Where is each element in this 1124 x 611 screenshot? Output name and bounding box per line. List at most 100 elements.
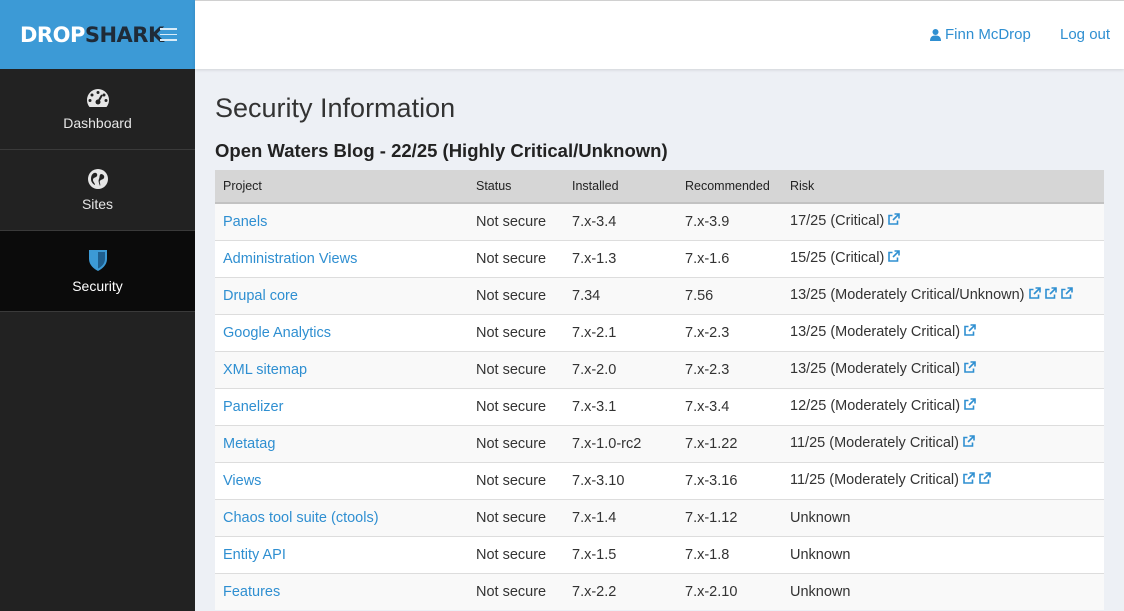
site-heading: Open Waters Blog - 22/25 (Highly Critica…: [215, 140, 668, 161]
risk-cell: 15/25 (Critical): [782, 239, 1104, 277]
globe-icon: [87, 169, 108, 189]
recommended-version-cell: 7.x-1.12: [677, 498, 782, 536]
status-cell: Not secure: [468, 202, 564, 240]
external-link-icon[interactable]: [1028, 287, 1041, 304]
risk-text: Unknown: [790, 509, 851, 526]
table-row: Drupal core Not secure 7.34 7.56 13/25 (Mode…: [215, 276, 1104, 314]
sidebar-item-dashboard[interactable]: Dashboard: [0, 69, 195, 150]
risk-cell: 11/25 (Moderately Critical): [782, 424, 1104, 462]
sidebar-item-sites[interactable]: Sites: [0, 150, 195, 231]
brand-bar: DROPSHARK: [0, 0, 195, 69]
sidebar-item-label: Dashboard: [63, 115, 132, 131]
column-header-recommended: Recommended: [677, 170, 782, 204]
external-link-icon[interactable]: [978, 472, 991, 489]
status-cell: Not secure: [468, 387, 564, 425]
recommended-version-cell: 7.x-3.9: [677, 202, 782, 240]
table-row: Views Not secure 7.x-3.10 7.x-3.16 11/25 (Mo…: [215, 461, 1104, 499]
project-link[interactable]: Metatag: [215, 424, 468, 462]
recommended-version-cell: 7.x-2.3: [677, 350, 782, 388]
status-cell: Not secure: [468, 350, 564, 388]
external-link-icon[interactable]: [962, 472, 975, 489]
recommended-version-cell: 7.x-1.6: [677, 239, 782, 277]
project-link[interactable]: XML sitemap: [215, 350, 468, 388]
project-link[interactable]: Entity API: [215, 535, 468, 573]
recommended-version-cell: 7.56: [677, 276, 782, 314]
installed-version-cell: 7.x-3.1: [564, 387, 677, 425]
status-cell: Not secure: [468, 276, 564, 314]
external-link-icon[interactable]: [1060, 287, 1073, 304]
brand-logo-part1: DROP: [20, 22, 85, 47]
risk-text: 13/25 (Moderately Critical): [790, 361, 961, 377]
installed-version-cell: 7.x-3.10: [564, 461, 677, 499]
column-header-status: Status: [468, 170, 564, 204]
brand-logo[interactable]: DROPSHARK: [20, 23, 164, 47]
table-row: XML sitemap Not secure 7.x-2.0 7.x-2.3 13/25…: [215, 350, 1104, 388]
sidebar: DROPSHARK Dashboard Sites Security: [0, 0, 195, 611]
external-link-icon[interactable]: [963, 361, 976, 378]
risk-cell: 13/25 (Moderately Critical): [782, 350, 1104, 388]
recommended-version-cell: 7.x-3.4: [677, 387, 782, 425]
brand-logo-part2: SHARK: [84, 22, 164, 47]
external-link-icon[interactable]: [1044, 287, 1057, 304]
user-name: Finn McDrop: [945, 26, 1031, 43]
recommended-version-cell: 7.x-2.3: [677, 313, 782, 351]
project-link[interactable]: Panelizer: [215, 387, 468, 425]
top-header: Finn McDrop Log out: [195, 0, 1124, 69]
project-link[interactable]: Google Analytics: [215, 313, 468, 351]
table-header-row: Project Status Installed Recommended Ris…: [215, 170, 1104, 204]
status-cell: Not secure: [468, 572, 564, 610]
external-link-icon[interactable]: [962, 435, 975, 452]
hamburger-menu-icon[interactable]: [160, 28, 177, 41]
risk-cell: Unknown: [782, 498, 1104, 536]
risk-text: Unknown: [790, 583, 851, 600]
column-header-installed: Installed: [564, 170, 677, 204]
project-link[interactable]: Administration Views: [215, 239, 468, 277]
project-link[interactable]: Features: [215, 572, 468, 610]
installed-version-cell: 7.x-1.4: [564, 498, 677, 536]
column-header-project: Project: [215, 170, 468, 204]
status-cell: Not secure: [468, 461, 564, 499]
sidebar-item-security[interactable]: Security: [0, 231, 195, 312]
table-row: Chaos tool suite (ctools) Not secure 7.x-1…: [215, 498, 1104, 536]
shield-icon: [88, 250, 107, 271]
project-link[interactable]: Panels: [215, 202, 468, 240]
external-link-icon[interactable]: [887, 250, 901, 267]
recommended-version-cell: 7.x-1.8: [677, 535, 782, 573]
risk-cell: 12/25 (Moderately Critical): [782, 387, 1104, 425]
status-cell: Not secure: [468, 313, 564, 351]
project-link[interactable]: Chaos tool suite (ctools): [215, 498, 468, 536]
installed-version-cell: 7.x-1.5: [564, 535, 677, 573]
recommended-version-cell: 7.x-1.22: [677, 424, 782, 462]
risk-text: 12/25 (Moderately Critical): [790, 398, 961, 414]
table-row: Metatag Not secure 7.x-1.0-rc2 7.x-1.22 11/2…: [215, 424, 1104, 462]
sidebar-item-label: Security: [72, 278, 123, 294]
table-row: Administration Views Not secure 7.x-1.3 7.x…: [215, 239, 1104, 277]
installed-version-cell: 7.34: [564, 276, 677, 314]
installed-version-cell: 7.x-2.1: [564, 313, 677, 351]
risk-text: 11/25 (Moderately Critical): [790, 435, 959, 451]
risk-cell: 17/25 (Critical): [782, 202, 1104, 240]
external-link-icon[interactable]: [963, 324, 976, 341]
user-icon: [930, 28, 941, 41]
risk-text: 13/25 (Moderately Critical/Unknown): [790, 287, 1025, 303]
risk-cell: 11/25 (Moderately Critical): [782, 461, 1104, 499]
dashboard-gauge-icon: [86, 89, 109, 107]
status-cell: Not secure: [468, 424, 564, 462]
risk-cell: Unknown: [782, 572, 1104, 610]
project-link[interactable]: Drupal core: [215, 276, 468, 314]
status-cell: Not secure: [468, 535, 564, 573]
user-profile-link[interactable]: Finn McDrop: [930, 26, 1031, 43]
external-link-icon[interactable]: [963, 398, 976, 415]
risk-text: 15/25 (Critical): [790, 250, 885, 266]
installed-version-cell: 7.x-2.2: [564, 572, 677, 610]
external-link-icon[interactable]: [887, 213, 901, 230]
project-link[interactable]: Views: [215, 461, 468, 499]
logout-link[interactable]: Log out: [1060, 26, 1110, 43]
installed-version-cell: 7.x-3.4: [564, 202, 677, 240]
page-title: Security Information: [215, 93, 456, 123]
main-content: Security Information Open Waters Blog - …: [215, 69, 1104, 610]
column-header-risk: Risk: [782, 170, 1104, 204]
installed-version-cell: 7.x-1.0-rc2: [564, 424, 677, 462]
risk-cell: Unknown: [782, 535, 1104, 573]
security-table: Project Status Installed Recommended Ris…: [215, 170, 1104, 610]
